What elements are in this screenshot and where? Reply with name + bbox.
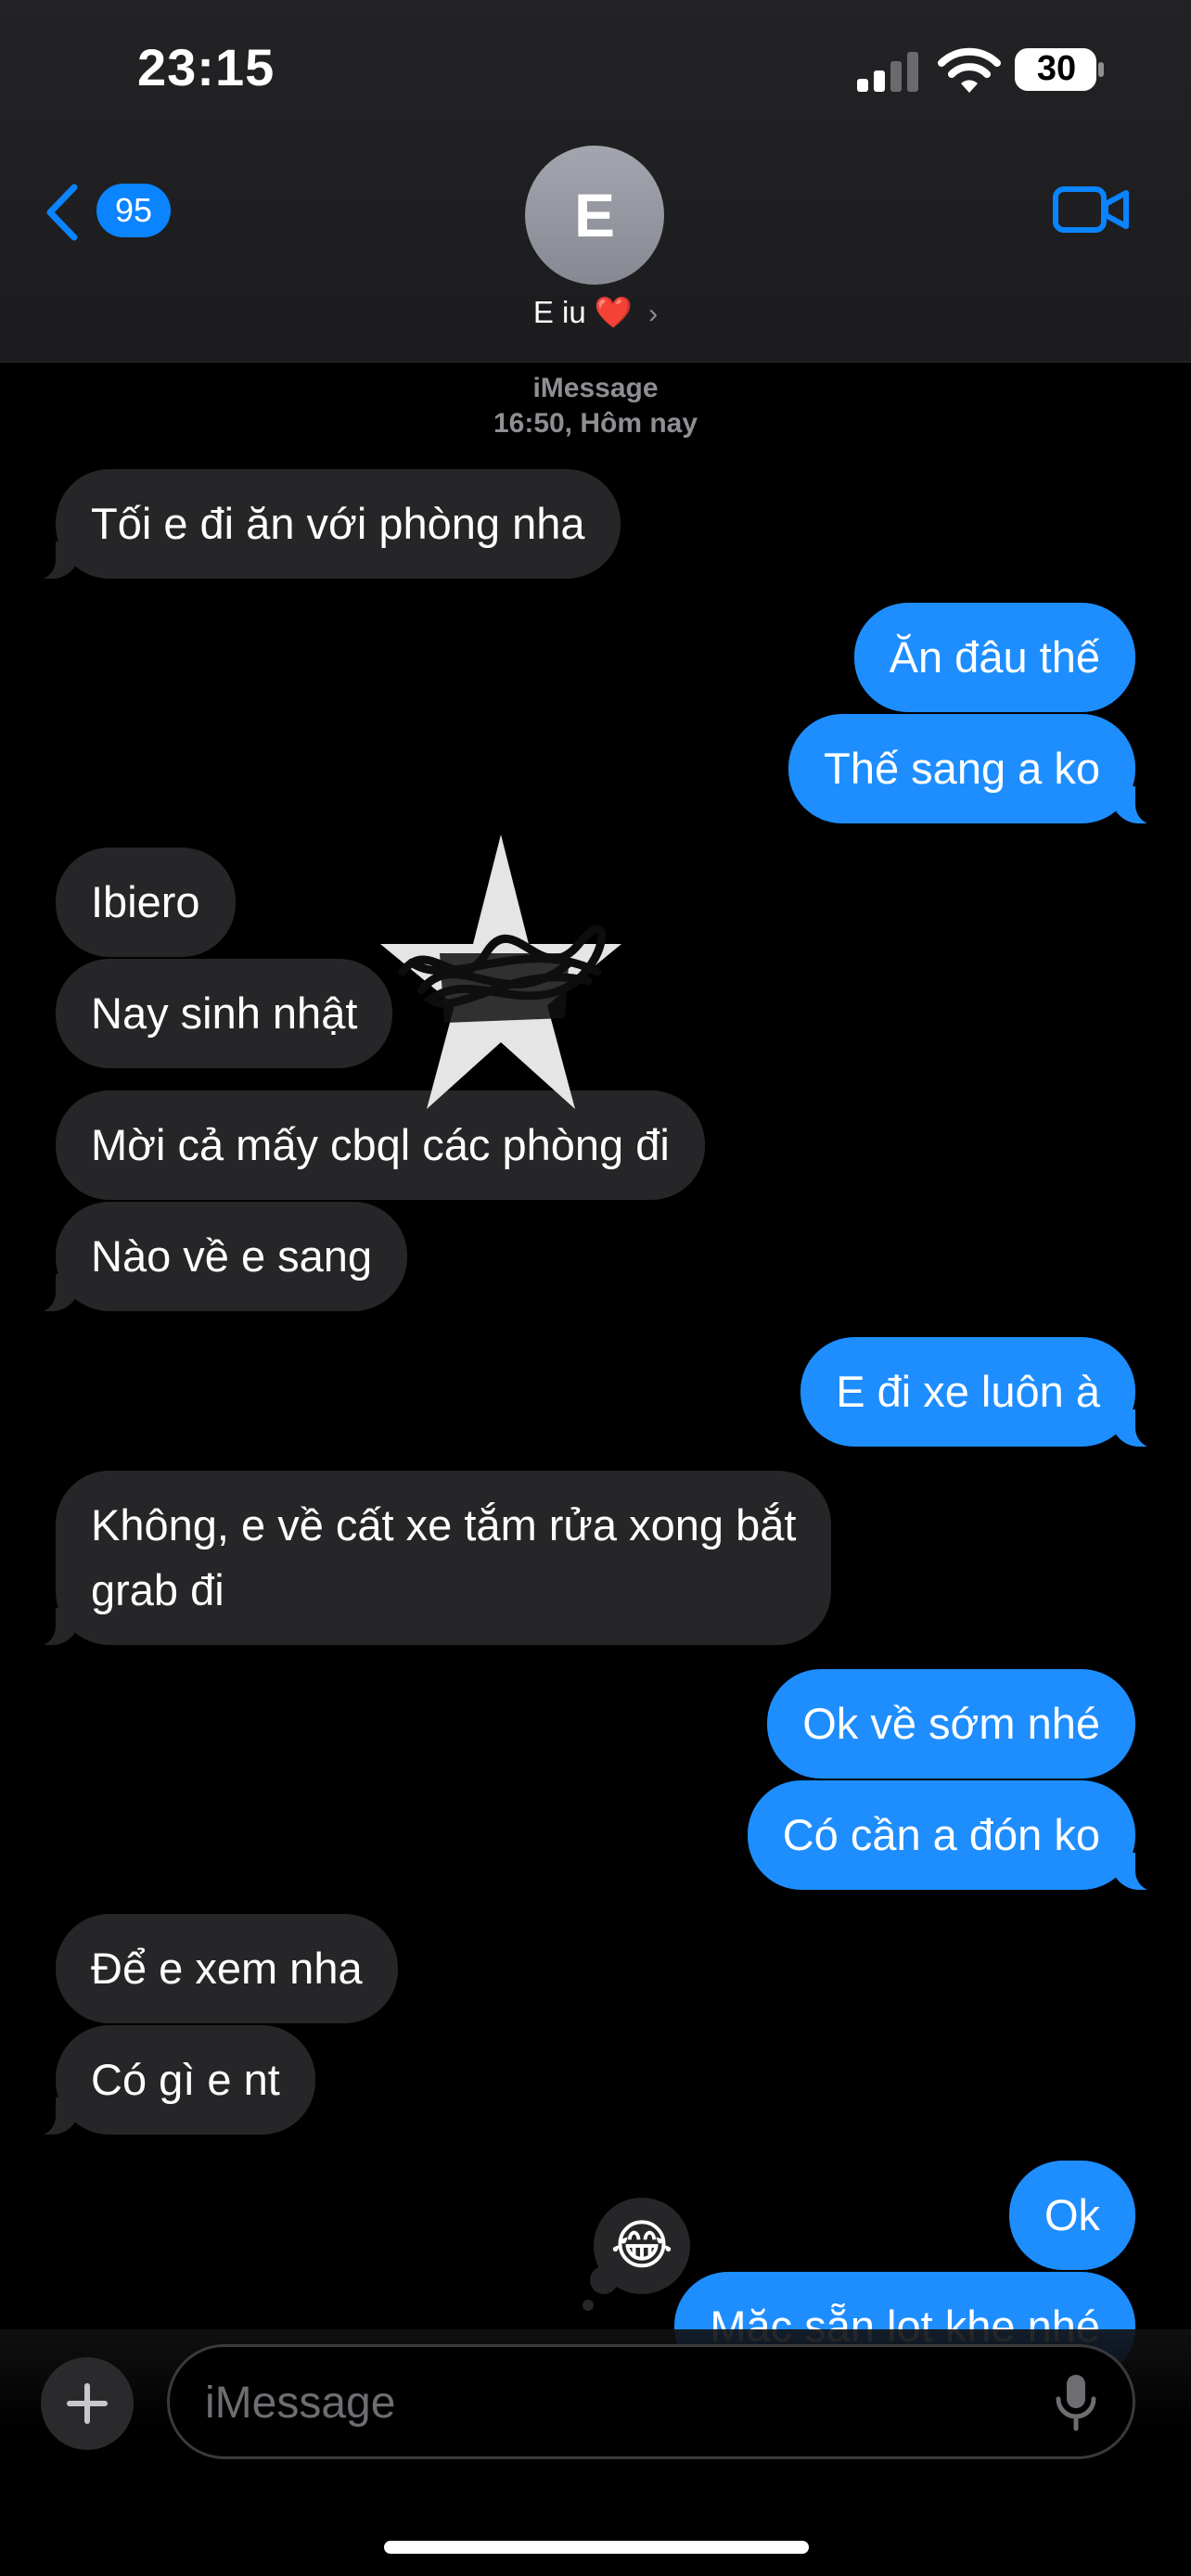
chevron-left-icon [46, 184, 78, 241]
cellular-signal-icon [857, 52, 918, 92]
service-label: iMessage [532, 373, 659, 403]
thread-timestamp: 16:50, Hôm nay [493, 408, 698, 439]
message-bubble-outgoing[interactable]: Ok [1008, 2161, 1135, 2270]
status-bar: 23:15 30 [0, 0, 1191, 139]
message-bubble-incoming[interactable]: Để e xem nha [56, 1914, 398, 2023]
star-sticker[interactable] [375, 833, 627, 1111]
message-bubble-incoming[interactable]: Nay sinh nhật [56, 959, 393, 1068]
wifi-icon [938, 47, 1001, 93]
heart-emoji: ❤️ [594, 295, 633, 329]
back-button[interactable]: 95 [43, 176, 182, 241]
microphone-icon[interactable] [1053, 2373, 1099, 2432]
reaction-tail-dot [590, 2266, 618, 2294]
message-bubble-incoming[interactable]: Tối e đi ăn với phòng nha [30, 469, 621, 580]
message-bubble-outgoing[interactable]: Ok về sớm nhé [767, 1669, 1135, 1779]
unread-count-badge: 95 [96, 184, 171, 237]
message-bubble-incoming[interactable]: Ibiero [56, 848, 236, 957]
contact-avatar[interactable]: E [525, 146, 664, 285]
video-camera-icon[interactable] [1052, 182, 1130, 237]
reaction-tail-dot-small [583, 2300, 594, 2311]
home-indicator[interactable] [384, 2541, 809, 2554]
message-bubble-outgoing[interactable]: E đi xe luôn à [800, 1337, 1161, 1448]
battery-level: 30 [1036, 49, 1077, 88]
message-input-field[interactable] [167, 2344, 1135, 2459]
plus-icon[interactable] [41, 2357, 134, 2450]
contact-name-button[interactable]: E iu ❤️ › [0, 295, 1191, 331]
chevron-right-icon: › [648, 299, 659, 329]
message-bubble-outgoing[interactable]: Ăn đâu thế [853, 603, 1135, 712]
thread-meta: iMessage 16:50, Hôm nay [0, 371, 1191, 441]
message-bubble-incoming[interactable]: Không, e về cất xe tắm rửa xong bắt grab… [29, 1471, 832, 1647]
message-input[interactable] [203, 2347, 1023, 2458]
message-bubble-outgoing[interactable]: Thế sang a ko [788, 714, 1161, 825]
status-time: 23:15 [137, 38, 275, 96]
message-bubble-incoming[interactable]: Nào về e sang [29, 1202, 408, 1313]
message-bubble-incoming[interactable]: Có gì e nt [30, 2025, 315, 2136]
message-bubble-outgoing[interactable]: Có cần a đón ko [747, 1780, 1162, 1892]
contact-name: E iu [532, 295, 586, 329]
